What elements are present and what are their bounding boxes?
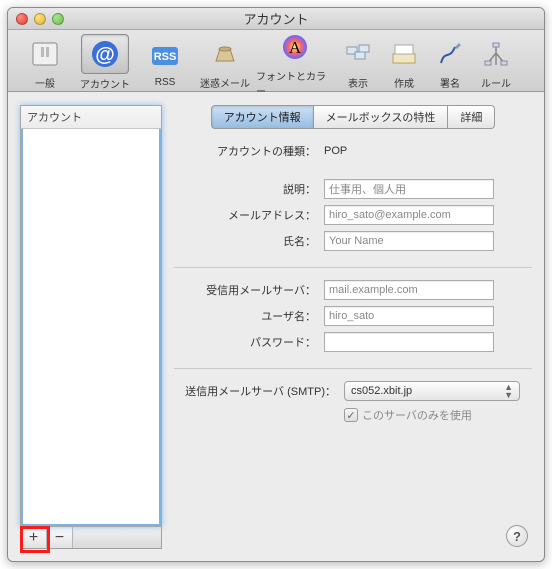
help-button[interactable]: ? [506,525,528,547]
help-icon: ? [513,529,521,544]
toolbar-accounts[interactable]: @ アカウント [76,34,134,91]
toolbar-rss[interactable]: RSS RSS [136,37,194,88]
add-account-button[interactable]: + [21,527,47,548]
username-input[interactable] [324,306,494,326]
divider [174,267,532,268]
toolbar-label: 署名 [440,75,460,90]
toolbar-fonts[interactable]: A フォントとカラー [256,28,334,98]
smtp-server-value: cs052.xbit.jp [351,385,412,397]
tab-advanced[interactable]: 詳細 [448,105,495,129]
account-tabs: アカウント情報 メールボックスの特性 詳細 [174,105,532,129]
smtp-server-select[interactable]: cs052.xbit.jp ▲▼ [344,381,520,401]
account-type-label: アカウントの種類： [174,143,324,159]
toolbar-rules[interactable]: ルール [474,35,518,90]
accounts-sidebar: アカウント + − [20,105,162,549]
preferences-toolbar: 一般 @ アカウント RSS RSS 迷惑メール A フォントとカラー [8,30,544,92]
window-title: アカウント [8,9,544,28]
fullname-label: 氏名： [174,233,324,249]
smtp-label: 送信用メールサーバ (SMTP)： [174,383,344,399]
password-label: パスワード： [174,334,324,350]
email-input[interactable] [324,205,494,225]
viewing-icon [341,37,375,71]
svg-text:RSS: RSS [154,51,177,63]
toolbar-label: 表示 [348,75,368,90]
toolbar-signatures[interactable]: 署名 [428,35,472,90]
toolbar-label: 作成 [394,75,414,90]
only-this-server-label: このサーバのみを使用 [362,407,472,423]
toolbar-label: ルール [481,75,511,90]
svg-text:@: @ [95,44,115,66]
titlebar: アカウント [8,8,544,30]
toolbar-label: RSS [155,77,176,88]
at-icon: @ [88,37,122,71]
incoming-server-label: 受信用メールサーバ： [174,282,324,298]
only-this-server-checkbox[interactable]: ✓ このサーバのみを使用 [344,407,472,423]
toolbar-label: 一般 [35,75,55,90]
toolbar-composing[interactable]: 作成 [382,35,426,90]
username-label: ユーザ名： [174,308,324,324]
description-input[interactable] [324,179,494,199]
email-label: メールアドレス： [174,207,324,223]
list-controls-spacer [73,527,161,548]
accounts-list-header: アカウント [21,106,161,129]
minus-icon: − [55,529,64,547]
content-area: アカウント + − アカウント情報 メールボックスの特性 詳細 アカウントの種類… [8,93,544,561]
remove-account-button[interactable]: − [47,527,73,548]
password-input[interactable] [324,332,494,352]
rss-icon: RSS [148,39,182,73]
plus-icon: + [29,529,38,547]
list-controls: + − [20,527,162,549]
tab-account-info[interactable]: アカウント情報 [211,105,314,129]
rules-icon [479,37,513,71]
preferences-window: アカウント 一般 @ アカウント RSS RSS 迷惑メール [7,7,545,562]
toolbar-viewing[interactable]: 表示 [336,35,380,90]
composing-icon [387,37,421,71]
description-label: 説明： [174,181,324,197]
chevron-updown-icon: ▲▼ [504,383,513,399]
tab-mailbox-behaviors[interactable]: メールボックスの特性 [314,105,449,129]
divider [174,368,532,369]
signature-icon [433,37,467,71]
toolbar-junk[interactable]: 迷惑メール [196,35,254,90]
general-icon [28,37,62,71]
toolbar-label: 迷惑メール [200,75,250,90]
account-details-pane: アカウント情報 メールボックスの特性 詳細 アカウントの種類： POP 説明： … [174,105,532,549]
checkbox-icon: ✓ [344,408,358,422]
svg-text:A: A [289,38,302,57]
fonts-icon: A [278,30,312,64]
accounts-list[interactable]: アカウント [20,105,162,527]
toolbar-label: アカウント [80,76,130,91]
fullname-input[interactable] [324,231,494,251]
account-type-value: POP [324,145,532,157]
toolbar-general[interactable]: 一般 [16,35,74,90]
incoming-server-input[interactable] [324,280,494,300]
junk-icon [208,37,242,71]
